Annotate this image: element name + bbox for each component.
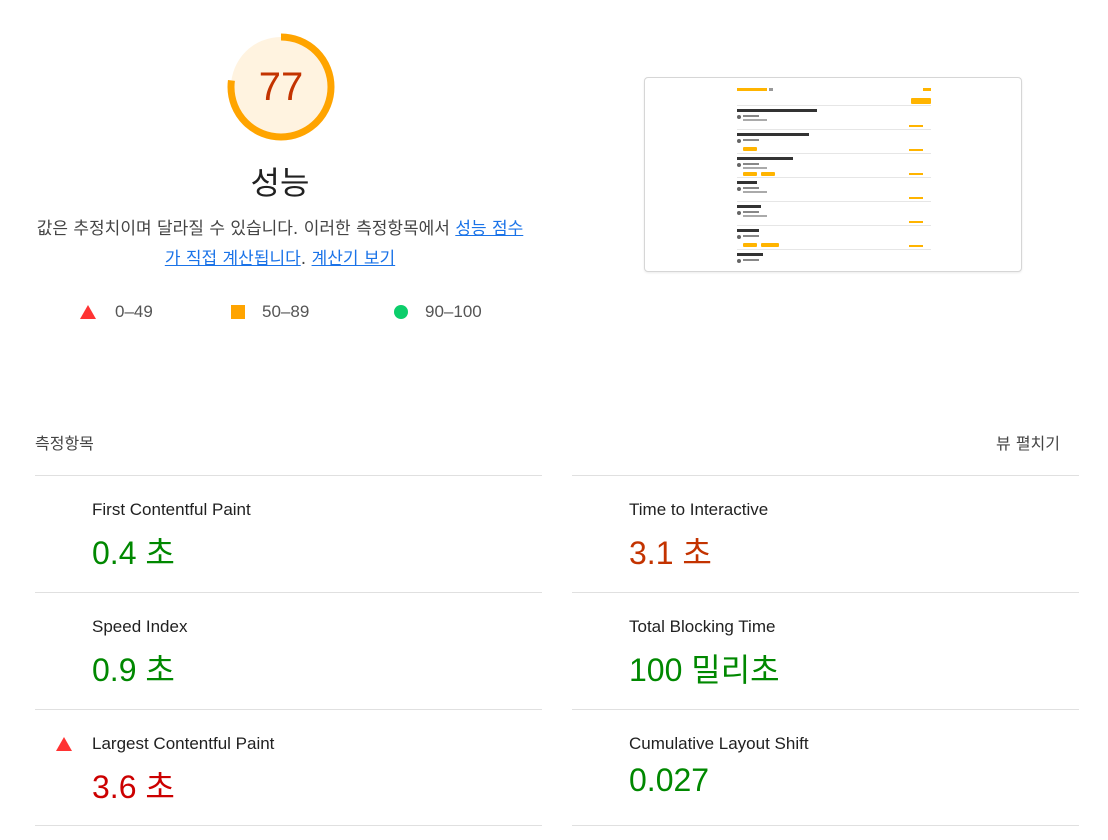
- metric-title: Cumulative Layout Shift: [629, 734, 809, 753]
- metric-value: 0.027: [629, 762, 710, 798]
- square-icon: [231, 305, 245, 319]
- thumb-top-link: [923, 88, 931, 91]
- thumb-divider: [737, 249, 931, 250]
- metrics-heading: 측정항목: [35, 434, 94, 453]
- score-legend: 0–49 50–89 90–100: [0, 302, 560, 326]
- thumb-divider: [737, 201, 931, 202]
- legend-label: 50–89: [262, 302, 310, 321]
- metric-value: 100 밀리초: [629, 652, 780, 688]
- thumb-divider: [737, 129, 931, 130]
- metric-fcp: First Contentful Paint 0.4 초: [35, 476, 542, 592]
- thumb-divider: [737, 105, 931, 106]
- gauge-score: 77: [258, 65, 304, 109]
- expand-view-toggle[interactable]: 뷰 펼치기: [996, 430, 1060, 454]
- thumb-row: [737, 229, 931, 249]
- metric-tti: Time to Interactive 3.1 초: [572, 476, 1079, 592]
- thumb-row: [737, 133, 931, 153]
- score-description: 값은 추정치이며 달라질 수 있습니다. 이러한 측정항목에서 성능 점수가 직…: [30, 214, 530, 274]
- thumb-logo-mark: [769, 88, 773, 91]
- gauge-title: 성능: [250, 164, 310, 202]
- thumb-button: [911, 98, 931, 104]
- thumb-divider: [737, 225, 931, 226]
- thumb-divider: [737, 177, 931, 178]
- metric-value: 3.1 초: [629, 535, 712, 571]
- description-text: 값은 추정치이며 달라질 수 있습니다. 이러한 측정항목에서: [36, 219, 456, 239]
- metric-title: Total Blocking Time: [629, 617, 776, 636]
- metric-lcp: Largest Contentful Paint 3.6 초: [35, 710, 542, 826]
- metric-value: 3.6 초: [92, 769, 175, 805]
- legend-item-fail: 0–49: [80, 302, 153, 322]
- calculator-link[interactable]: 계산기 보기: [312, 249, 396, 269]
- metric-title: Largest Contentful Paint: [92, 734, 275, 753]
- metric-title: First Contentful Paint: [92, 500, 251, 519]
- thumb-divider: [737, 153, 931, 154]
- thumb-row: [737, 157, 931, 177]
- thumb-row: [737, 253, 931, 271]
- metric-value: 0.4 초: [92, 535, 175, 571]
- triangle-icon: [80, 305, 96, 319]
- metric-title: Speed Index: [92, 617, 188, 636]
- thumb-row: [737, 205, 931, 225]
- metric-title: Time to Interactive: [629, 500, 769, 519]
- description-period: .: [300, 249, 312, 269]
- metric-tbt: Total Blocking Time 100 밀리초: [572, 593, 1079, 709]
- divider: [572, 825, 1079, 826]
- triangle-icon: [56, 737, 72, 751]
- legend-label: 0–49: [115, 302, 153, 321]
- metric-value: 0.9 초: [92, 652, 175, 688]
- thumb-row: [737, 181, 931, 201]
- metric-cls: Cumulative Layout Shift 0.027: [572, 710, 1079, 826]
- legend-item-pass: 90–100: [394, 302, 482, 322]
- circle-icon: [394, 305, 408, 319]
- performance-gauge: 77: [227, 33, 335, 141]
- final-screenshot-thumbnail[interactable]: [644, 77, 1022, 272]
- thumb-row: [737, 109, 931, 129]
- divider: [35, 825, 542, 826]
- thumb-logo: [737, 88, 767, 91]
- legend-label: 90–100: [425, 302, 482, 321]
- legend-item-average: 50–89: [231, 302, 309, 322]
- metric-speed-index: Speed Index 0.9 초: [35, 593, 542, 709]
